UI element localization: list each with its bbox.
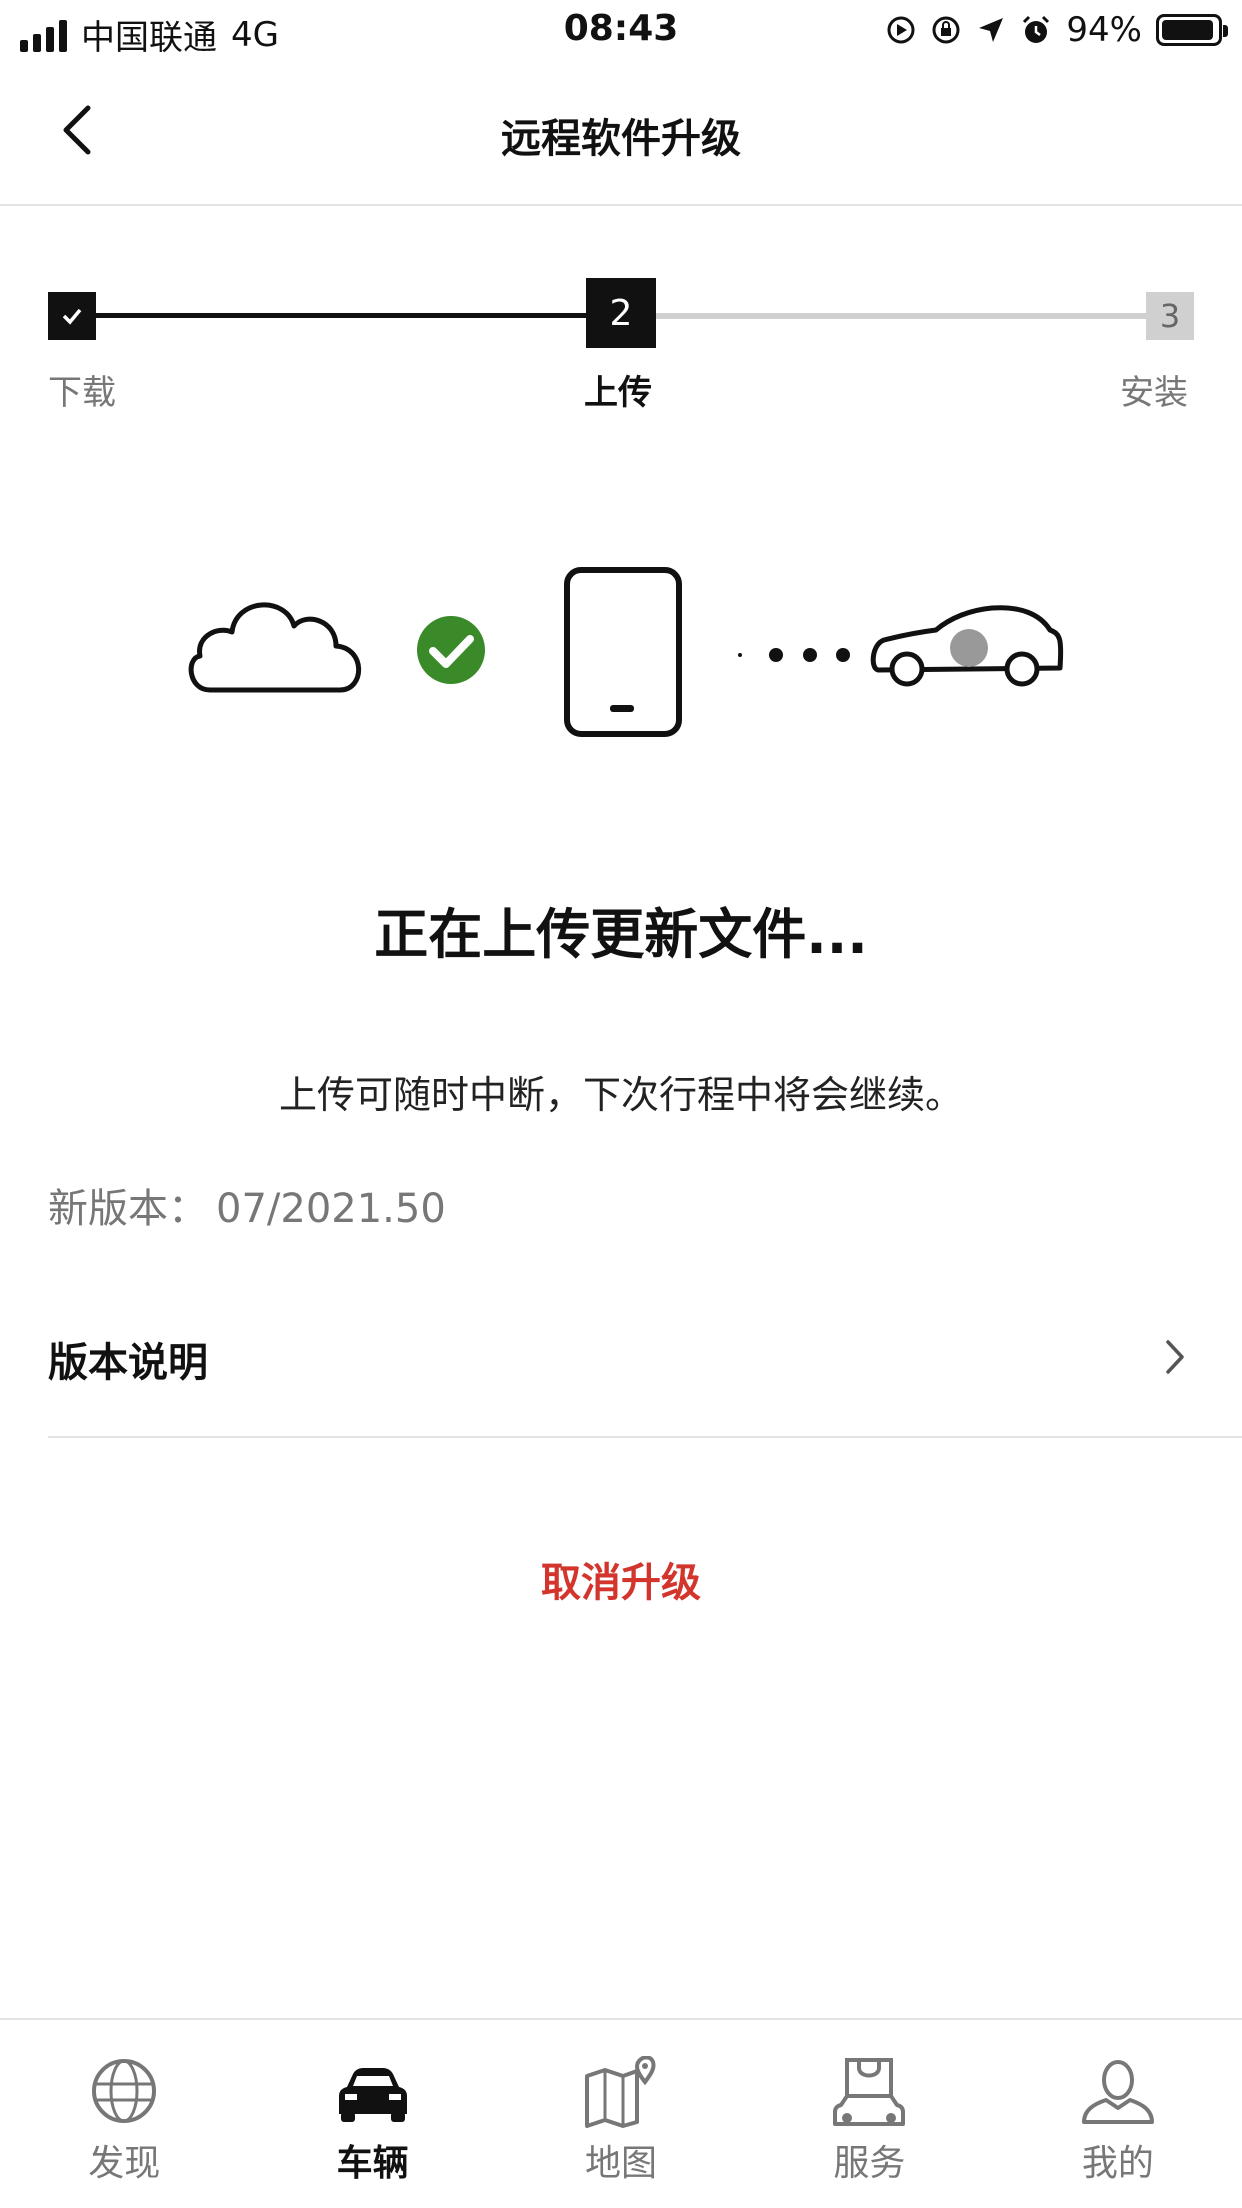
step-upload-label: 上传 xyxy=(584,373,652,413)
alarm-icon xyxy=(1023,15,1050,43)
tab-label: 服务 xyxy=(833,2143,906,2184)
tab-service[interactable]: 服务 xyxy=(745,2020,993,2208)
step-install-box: 3 xyxy=(1146,292,1194,340)
release-notes-label: 版本说明 xyxy=(48,1340,208,1386)
page: 中国联通 4G 08:43 94% 远程软件升级 2 3 下载 上传 安装 正在… xyxy=(0,0,1242,2208)
nav-header: 远程软件升级 xyxy=(0,62,1242,206)
check-icon xyxy=(62,308,82,325)
phone-icon xyxy=(564,567,682,737)
tab-profile[interactable]: 我的 xyxy=(994,2020,1242,2208)
progress-stepper: 2 3 下载 上传 安装 xyxy=(0,270,1242,430)
location-icon xyxy=(979,18,1004,42)
tab-label: 发现 xyxy=(88,2143,161,2184)
car-icon xyxy=(338,2068,407,2122)
tab-label: 我的 xyxy=(1081,2143,1154,2184)
stepper-line-done xyxy=(96,313,586,318)
tab-discover[interactable]: 发现 xyxy=(0,2020,248,2208)
battery-percent: 94% xyxy=(1066,10,1142,50)
map-icon xyxy=(585,2056,656,2128)
step-download-label: 下载 xyxy=(48,373,116,413)
tab-vehicle[interactable]: 车辆 xyxy=(248,2020,496,2208)
step-download-box xyxy=(48,292,96,340)
screen-record-icon xyxy=(887,16,915,44)
version-label: 新版本： xyxy=(48,1186,208,1232)
version-value: 07/2021.50 xyxy=(216,1186,446,1232)
service-icon xyxy=(833,2058,906,2126)
battery-icon xyxy=(1156,14,1228,46)
page-title: 远程软件升级 xyxy=(501,116,741,162)
dots-icon xyxy=(738,648,850,662)
upload-illustration xyxy=(188,567,1064,737)
status-right: 94% xyxy=(886,10,1228,50)
car-icon xyxy=(870,605,1064,687)
tab-label: 地图 xyxy=(585,2143,658,2184)
stepper-line-pending xyxy=(655,313,1150,319)
step-install-label: 安装 xyxy=(1120,373,1188,413)
cancel-upgrade-button[interactable]: 取消升级 xyxy=(0,1550,1242,1608)
check-circle-icon xyxy=(417,616,485,684)
rotation-lock-icon xyxy=(932,16,960,44)
step-upload-box: 2 xyxy=(586,278,656,348)
release-notes-row[interactable]: 版本说明 xyxy=(48,1290,1242,1438)
upload-subtext: 上传可随时中断，下次行程中将会继续。 xyxy=(278,1073,963,1117)
profile-icon xyxy=(1081,2060,1154,2124)
version-info: 新版本： 07/2021.50 xyxy=(48,1176,446,1234)
tab-map[interactable]: 地图 xyxy=(497,2020,745,2208)
tab-label: 车辆 xyxy=(336,2143,409,2184)
globe-icon xyxy=(92,2059,157,2123)
upload-headline: 正在上传更新文件... xyxy=(374,903,868,966)
chevron-right-icon xyxy=(1166,1340,1184,1374)
status-bar: 中国联通 4G 08:43 94% xyxy=(0,0,1242,62)
bottom-tab-bar: 发现 车辆 地图 服务 我的 xyxy=(0,2018,1242,2208)
cloud-icon xyxy=(188,602,362,693)
